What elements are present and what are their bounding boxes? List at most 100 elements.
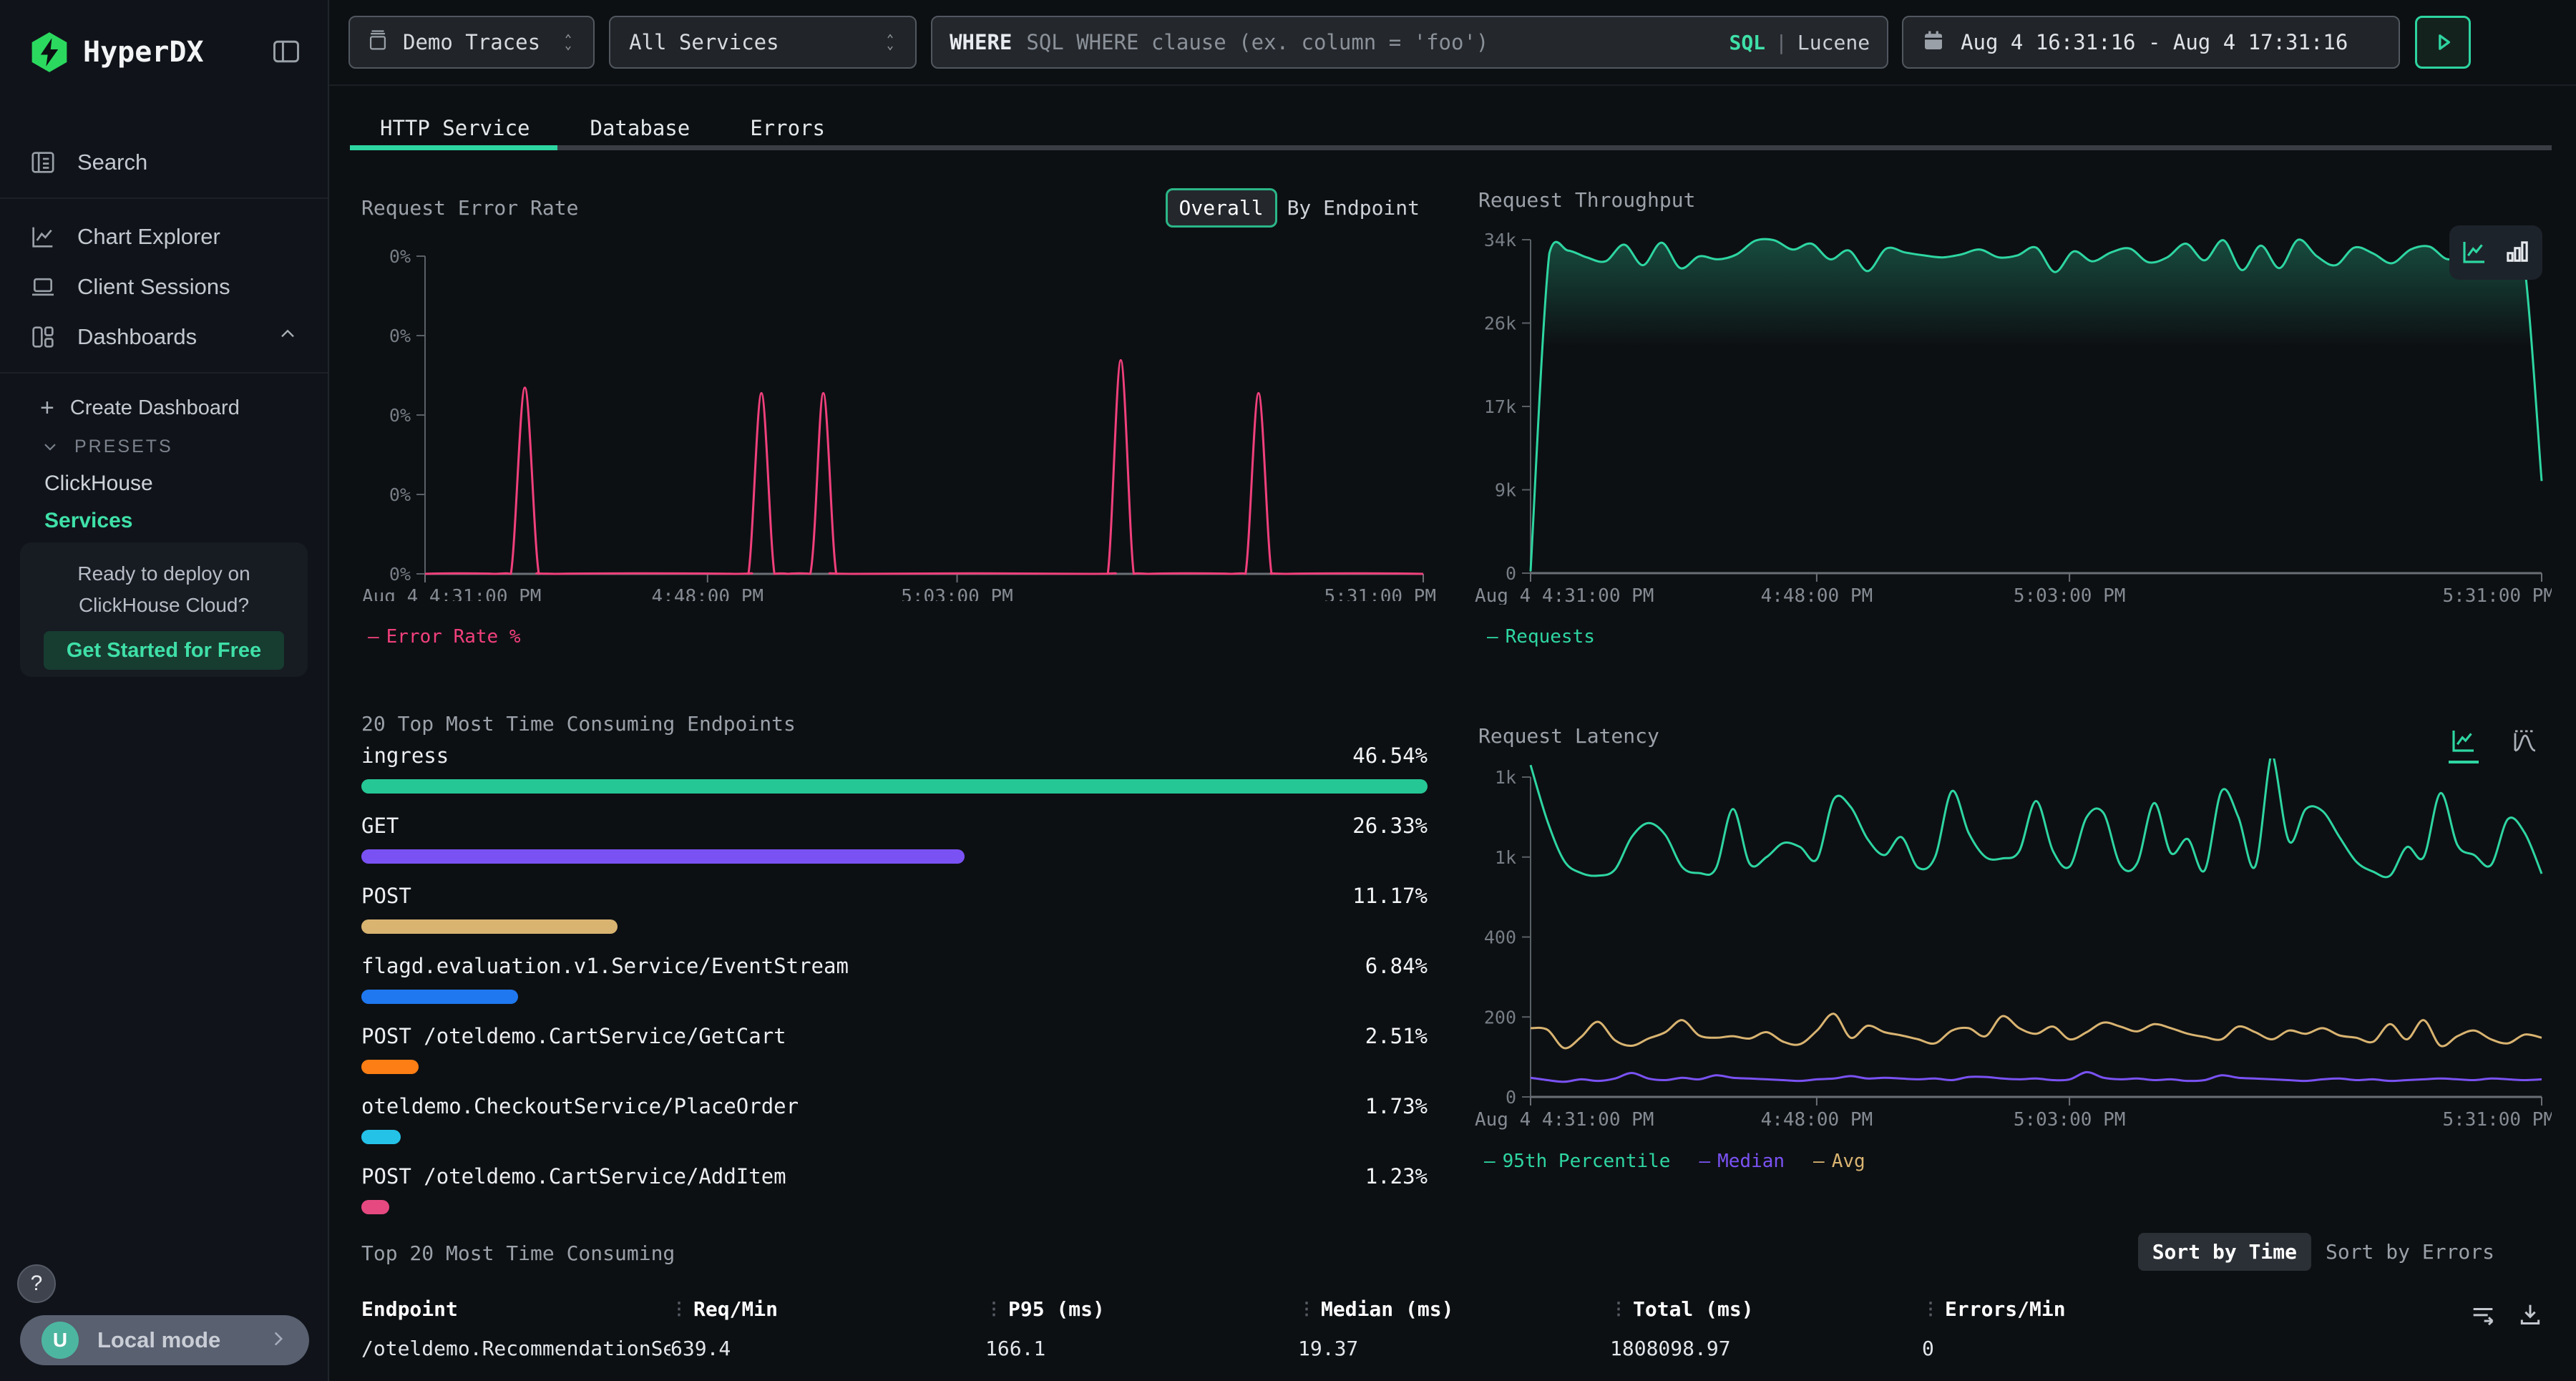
sql-mode-button[interactable]: SQL	[1729, 31, 1765, 54]
drag-handle-icon[interactable]: ⋮	[670, 1299, 686, 1319]
legend-item[interactable]: —95th Percentile	[1484, 1151, 1670, 1172]
panel-title: Top 20 Most Time Consuming	[361, 1241, 675, 1265]
database-icon	[366, 29, 390, 56]
svg-text:4:48:00 PM: 4:48:00 PM	[652, 586, 764, 601]
histogram-icon[interactable]	[2510, 726, 2540, 758]
table-cell: 19.37	[1298, 1337, 1610, 1360]
download-icon[interactable]	[2516, 1300, 2545, 1331]
endpoint-label: GET	[361, 814, 399, 838]
calendar-icon	[1921, 28, 1946, 57]
sidebar-item-search[interactable]: Search	[0, 137, 328, 187]
panel-title: Request Error Rate	[361, 196, 578, 220]
create-dashboard-button[interactable]: + Create Dashboard	[0, 388, 328, 428]
tab-http-service[interactable]: HTTP Service	[350, 106, 560, 150]
legend-item[interactable]: — Error Rate %	[368, 626, 521, 648]
svg-text:0%: 0%	[389, 326, 411, 346]
sidebar-item-dashboards[interactable]: Dashboards	[0, 312, 328, 362]
endpoint-label: POST	[361, 884, 411, 908]
presets-toggle[interactable]: PRESETS	[0, 428, 328, 465]
svg-text:Aug 4 4:31:00 PM: Aug 4 4:31:00 PM	[1475, 1109, 1654, 1131]
sidebar-item-label: Chart Explorer	[77, 224, 220, 250]
sidebar-item-label: Dashboards	[77, 324, 197, 350]
time-range-picker[interactable]: Aug 4 16:31:16 - Aug 4 17:31:16	[1902, 16, 2400, 69]
get-started-button[interactable]: Get Started for Free	[44, 631, 284, 670]
column-header[interactable]: ⋮Errors/Min	[1922, 1297, 2552, 1321]
sidebar-item-label: Client Sessions	[77, 274, 230, 300]
column-header[interactable]: ⋮Total (ms)	[1610, 1297, 1922, 1321]
run-query-button[interactable]	[2415, 16, 2471, 69]
panel-title: Request Latency	[1478, 724, 1659, 748]
endpoint-bar	[361, 849, 965, 864]
latency-chart[interactable]: 1k1k4002000Aug 4 4:31:00 PM4:48:00 PM5:0…	[1467, 758, 2552, 1131]
drag-handle-icon[interactable]: ⋮	[985, 1299, 1001, 1319]
chevron-right-icon	[266, 1327, 291, 1355]
sidebar-item-chart-explorer[interactable]: Chart Explorer	[0, 212, 328, 262]
play-icon	[2429, 28, 2457, 57]
endpoint-bar-row[interactable]: ingress46.54%	[361, 735, 1428, 805]
sidebar-item-services[interactable]: Services	[0, 502, 328, 540]
column-header[interactable]: ⋮Req/Min	[670, 1297, 985, 1321]
throughput-panel: Request Throughput 34k26k17k9k0Aug 4 4:3…	[1467, 175, 2552, 680]
dashboards-icon	[29, 323, 57, 351]
row-settings-icon[interactable]	[2469, 1300, 2497, 1331]
endpoint-bar-row[interactable]: flagd.evaluation.v1.Service/EventStream6…	[361, 945, 1428, 1015]
sidebar-item-clickhouse[interactable]: ClickHouse	[0, 465, 328, 502]
endpoint-bar	[361, 779, 1428, 794]
table-row[interactable]: /oteldemo.RecommendationServ639.4166.119…	[350, 1326, 2552, 1370]
svg-text:1k: 1k	[1495, 847, 1516, 868]
svg-text:5:31:00 PM: 5:31:00 PM	[2442, 585, 2552, 605]
by-endpoint-toggle-button[interactable]: By Endpoint	[1277, 190, 1430, 225]
legend-label: Error Rate %	[386, 626, 521, 648]
tab-errors[interactable]: Errors	[720, 106, 855, 150]
throughput-chart[interactable]: 34k26k17k9k0Aug 4 4:31:00 PM4:48:00 PM5:…	[1467, 218, 2552, 605]
endpoint-label: POST /oteldemo.CartService/GetCart	[361, 1024, 786, 1048]
drag-handle-icon[interactable]: ⋮	[1922, 1299, 1938, 1319]
legend-item[interactable]: —Requests	[1487, 626, 1595, 648]
column-header[interactable]: ⋮Median (ms)	[1298, 1297, 1610, 1321]
where-placeholder: SQL WHERE clause (ex. column = 'foo')	[1026, 30, 1729, 54]
legend-item[interactable]: —Avg	[1813, 1151, 1865, 1172]
overall-toggle-button[interactable]: Overall	[1166, 188, 1277, 228]
panel-title: Request Throughput	[1478, 188, 1695, 212]
endpoint-bar-row[interactable]: POST /oteldemo.CartService/AddItem1.23%	[361, 1156, 1428, 1216]
laptop-icon	[29, 273, 57, 301]
drag-handle-icon[interactable]: ⋮	[1610, 1299, 1626, 1319]
sort-controls: Sort by Time Sort by Errors	[2138, 1233, 2509, 1271]
time-range-value: Aug 4 16:31:16 - Aug 4 17:31:16	[1961, 30, 2348, 54]
tab-database[interactable]: Database	[560, 106, 721, 150]
chevron-down-icon	[40, 436, 60, 457]
error-rate-chart[interactable]: 0%0%0%0%0%Aug 4 4:31:00 PM4:48:00 PM5:03…	[350, 243, 1441, 601]
legend-dash-icon: —	[1813, 1151, 1825, 1172]
column-header[interactable]: Endpoint	[361, 1297, 670, 1321]
source-select[interactable]: Demo Traces	[348, 16, 595, 69]
table-toolbar-icons	[2469, 1300, 2545, 1331]
endpoint-bar-row[interactable]: GET26.33%	[361, 805, 1428, 875]
service-select[interactable]: All Services	[609, 16, 917, 69]
endpoint-bar	[361, 919, 618, 934]
sidebar-item-client-sessions[interactable]: Client Sessions	[0, 262, 328, 312]
sidebar-collapse-icon[interactable]	[270, 36, 302, 69]
where-input[interactable]: WHERE SQL WHERE clause (ex. column = 'fo…	[931, 16, 1888, 69]
dashboard-content: Request Error Rate Overall By Endpoint 0…	[329, 150, 2576, 1381]
svg-text:34k: 34k	[1484, 230, 1516, 250]
help-button[interactable]: ?	[17, 1264, 56, 1303]
endpoint-bar-row[interactable]: POST /oteldemo.CartService/GetCart2.51%	[361, 1015, 1428, 1085]
legend-dash-icon: —	[368, 626, 379, 648]
endpoint-bar-row[interactable]: oteldemo.CheckoutService/PlaceOrder1.73%	[361, 1085, 1428, 1156]
sort-by-time-button[interactable]: Sort by Time	[2138, 1233, 2311, 1271]
lucene-mode-button[interactable]: Lucene	[1797, 31, 1870, 54]
endpoint-bar-row[interactable]: POST11.17%	[361, 875, 1428, 945]
svg-text:5:31:00 PM: 5:31:00 PM	[1324, 586, 1436, 601]
user-mode-label: Local mode	[97, 1327, 266, 1353]
legend-item[interactable]: —Median	[1699, 1151, 1785, 1172]
sort-by-errors-button[interactable]: Sort by Errors	[2311, 1233, 2509, 1271]
user-menu[interactable]: U Local mode	[20, 1315, 309, 1365]
endpoint-bar	[361, 1130, 401, 1144]
table-cell: 1808098.97	[1610, 1337, 1922, 1360]
line-chart-icon[interactable]	[2459, 237, 2489, 269]
drag-handle-icon[interactable]: ⋮	[1298, 1299, 1314, 1319]
app-title: HyperDX	[83, 36, 270, 69]
line-chart-icon[interactable]	[2449, 726, 2479, 758]
column-header[interactable]: ⋮P95 (ms)	[985, 1297, 1298, 1321]
bar-chart-icon[interactable]	[2502, 237, 2532, 269]
